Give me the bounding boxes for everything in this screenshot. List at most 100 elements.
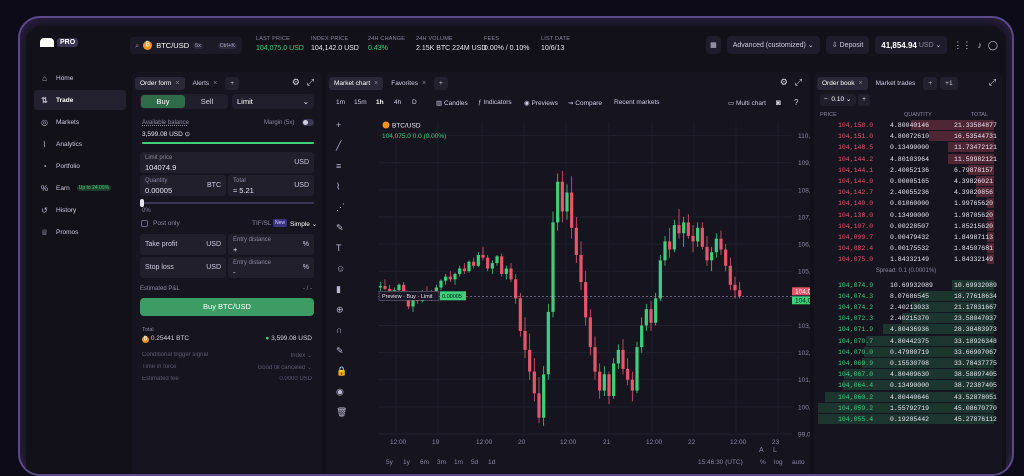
magnet-icon[interactable]: ∩ (336, 325, 342, 335)
crosshair-icon[interactable]: + (336, 120, 341, 130)
ask-row[interactable]: 104,144.2 4.80103964 11.59982121 (818, 153, 997, 165)
eye-icon[interactable]: ◉ (336, 387, 344, 397)
bid-row[interactable]: 104,070.7 4.80442375 33.18926348 (818, 335, 997, 347)
trend-line-icon[interactable]: ╱ (335, 140, 342, 152)
ask-row[interactable]: 104,144.1 2.40052136 6.79878157 (818, 164, 994, 176)
ask-row[interactable]: 104,158.0 4.80040146 21.33584877 (818, 120, 997, 131)
scale-lock-icon[interactable]: A (759, 447, 764, 454)
sidebar-item-earn[interactable]: % Earn Up to 24.00% (34, 178, 126, 198)
chart-tool-candles[interactable]: ▥ Candles (436, 99, 468, 107)
sidebar-item-home[interactable]: ⌂ Home (34, 68, 126, 88)
add-tab-button[interactable]: + (923, 76, 938, 90)
sell-toggle[interactable]: Sell (186, 95, 228, 108)
multi-chart-toggle[interactable]: ▭ Multi chart (728, 99, 766, 107)
ask-row[interactable]: 104,107.0 0.00228507 1.85215620 (818, 220, 994, 232)
ask-row[interactable]: 104,138.0 0.13490000 1.98705620 (818, 209, 994, 221)
chart-tool-compare[interactable]: ⇝ Compare (568, 99, 602, 107)
fib-icon[interactable]: ≡ (336, 161, 341, 171)
bid-row[interactable]: 104,060.2 4.80440646 43.52878051 (818, 391, 997, 403)
tab-alerts[interactable]: Alerts × (188, 77, 223, 90)
sidebar-item-portfolio[interactable]: ◔ Portfolio (34, 156, 126, 176)
range-6m[interactable]: 6m (420, 459, 429, 466)
close-icon[interactable]: × (374, 80, 378, 87)
camera-icon[interactable]: ◙ (776, 98, 781, 107)
ask-row[interactable]: 104,082.4 0.00175532 1.84507681 (818, 243, 994, 254)
submit-buy-button[interactable]: Buy BTC/USD (140, 298, 314, 316)
bid-row[interactable]: 104,064.4 0.13490000 38.72387405 (818, 380, 997, 391)
order-type-select[interactable]: Limit ⌄ (232, 94, 314, 109)
ruler-icon[interactable]: ▮ (336, 284, 341, 294)
bid-row[interactable]: 104,074.3 8.07686545 18.77618634 (818, 290, 997, 302)
text-icon[interactable]: T (336, 243, 342, 253)
expand-icon[interactable]: ⤢ (307, 77, 314, 88)
grid-apps-icon[interactable]: ⋮⋮ (953, 40, 971, 51)
emoji-icon[interactable]: ☺ (336, 264, 345, 274)
help-icon[interactable]: ? (794, 98, 798, 107)
sidebar-item-promos[interactable]: ♕ Promos (34, 222, 126, 242)
layout-icon[interactable]: ▦ (706, 36, 721, 54)
range-5y[interactable]: 5y (386, 459, 394, 466)
tab-market-chart[interactable]: Market chart × (329, 76, 384, 90)
tp-entry-distance-field[interactable]: Entry distance + % (228, 234, 314, 255)
lock-drawing-icon[interactable]: ✎ (336, 346, 344, 356)
ask-row[interactable]: 104,075.0 1.84332149 1.84332149 (818, 254, 994, 265)
expand-icon[interactable]: ⤢ (989, 77, 996, 88)
expand-icon[interactable]: ⤢ (795, 77, 802, 88)
add-tab-button[interactable]: + (225, 76, 240, 90)
sidebar-item-history[interactable]: ↺ History (34, 200, 126, 220)
ask-row[interactable]: 104,144.0 0.00005165 4.39826021 (818, 176, 994, 187)
bid-row[interactable]: 104,069.9 0.15530708 33.78437775 (818, 358, 997, 369)
tick-increase-button[interactable]: + (858, 94, 870, 106)
bid-row[interactable]: 104,055.4 0.19205442 45.27876112 (818, 414, 997, 425)
brand-logo[interactable]: PRO (40, 38, 79, 47)
deposit-button[interactable]: ⇩ Deposit (825, 36, 870, 54)
ask-row[interactable]: 104,140.0 0.01060000 1.99765620 (818, 198, 994, 209)
settings-icon[interactable]: ⚙ (292, 77, 300, 88)
bid-row[interactable]: 104,074.2 2.40213033 21.17831667 (818, 302, 997, 313)
bid-row[interactable]: 104,067.0 4.80409630 38.58897405 (818, 369, 997, 380)
tick-size-select[interactable]: − 0.10 ⌄ (820, 94, 856, 106)
stop-loss-field[interactable]: Stop loss USD (140, 257, 226, 278)
ask-row[interactable]: 104,142.7 2.40055236 4.39820856 (818, 187, 994, 198)
add-tab-button[interactable]: + (434, 76, 448, 90)
close-icon[interactable]: × (213, 80, 217, 87)
brush-icon[interactable]: ⌇ (336, 182, 340, 192)
shape-icon[interactable]: ✎ (336, 223, 344, 233)
bid-row[interactable]: 104,070.0 0.47980719 33.66907067 (818, 346, 997, 358)
ask-row[interactable]: 104,151.0 4.80072610 16.53544731 (818, 131, 997, 142)
close-icon[interactable]: × (175, 80, 179, 87)
post-only-checkbox[interactable] (141, 220, 148, 227)
chart-tool-recent-markets[interactable]: Recent markets (614, 99, 660, 106)
ask-row[interactable]: 104,099.7 0.00479432 1.84987113 (818, 232, 994, 243)
interval-D[interactable]: D (412, 99, 417, 106)
candlestick-chart[interactable]: 110,000.0 109,000.0 108,000.0 107,000.0 106,… (326, 112, 810, 474)
ask-row[interactable]: 104,148.5 0.13490000 11.73472121 (818, 142, 997, 153)
settings-icon[interactable]: ⚙ (780, 77, 788, 88)
range-5d[interactable]: 5d (471, 459, 479, 466)
tab-order-form[interactable]: Order form × (135, 76, 185, 90)
limit-price-field[interactable]: Limit price 104074.9 USD (140, 152, 314, 173)
mode-simple-select[interactable]: Simple ⌄ (290, 220, 317, 228)
range-3m[interactable]: 3m (437, 459, 446, 466)
amount-slider[interactable] (140, 199, 314, 207)
chart-tool-previews[interactable]: ◉ Previews (524, 99, 558, 107)
slider-handle[interactable] (140, 199, 144, 207)
bid-row[interactable]: 104,072.3 2.40215370 23.58047037 (818, 313, 997, 324)
pattern-icon[interactable]: ⋰ (336, 202, 345, 212)
percent-scale-toggle[interactable]: % (760, 459, 766, 466)
bell-icon[interactable]: ♪ (977, 40, 982, 50)
bid-row[interactable]: 104,074.9 10.69932089 10.69932089 (818, 279, 997, 291)
total-field[interactable]: Total ≈ 5.21 USD (228, 175, 314, 196)
log-scale-toggle[interactable]: log (774, 459, 783, 466)
quantity-field[interactable]: Quantity 0.00005 BTC (140, 175, 226, 196)
scale-log-icon[interactable]: L (773, 447, 777, 454)
sidebar-item-markets[interactable]: ◎ Markets (34, 112, 126, 132)
interval-15m[interactable]: 15m (354, 99, 367, 106)
bid-row[interactable]: 104,071.9 4.80436936 28.38483973 (818, 324, 997, 335)
interval-4h[interactable]: 4h (394, 99, 401, 106)
interval-1h[interactable]: 1h (376, 99, 384, 106)
tab-favorites[interactable]: Favorites × (386, 77, 431, 90)
sidebar-item-analytics[interactable]: ⌇ Analytics (34, 134, 126, 154)
sidebar-item-trade[interactable]: ⇅ Trade (34, 90, 126, 110)
tab-market-trades[interactable]: Market trades (871, 77, 921, 90)
